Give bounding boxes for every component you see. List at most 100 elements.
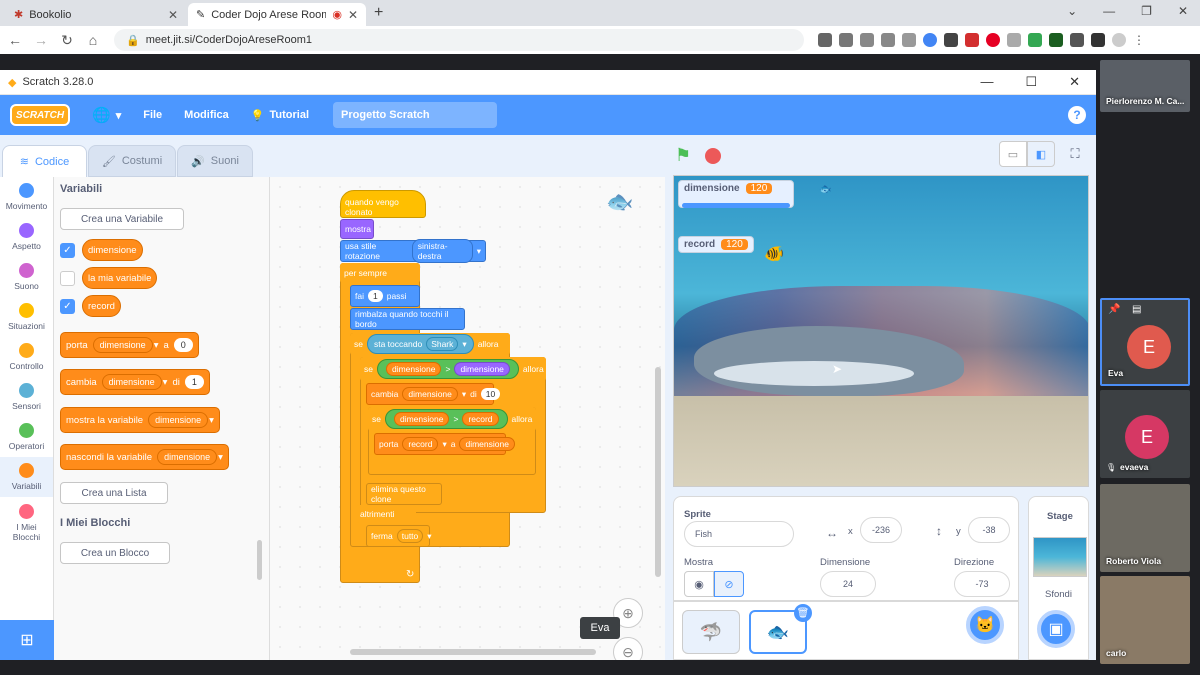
category-looks[interactable]: Aspetto <box>0 217 53 257</box>
var-reporter-dimensione[interactable]: dimensione <box>82 239 143 261</box>
workspace-vertical-scrollbar[interactable] <box>655 367 661 577</box>
pinterest-icon[interactable] <box>986 33 1000 47</box>
var-checkbox-checked[interactable]: ✓ <box>60 299 75 314</box>
show-hidden-button[interactable]: ⊘ <box>714 571 744 597</box>
var-reporter-record[interactable]: record <box>82 295 121 317</box>
greater-operator[interactable]: dimensione > record <box>384 409 508 429</box>
category-variables[interactable]: Variabili <box>0 457 53 497</box>
forward-icon[interactable]: → <box>30 32 52 48</box>
category-sensing[interactable]: Sensori <box>0 377 53 417</box>
home-icon[interactable]: ⌂ <box>82 32 104 48</box>
category-my-blocks[interactable]: I Miei Blocchi <box>0 497 53 549</box>
tab-costumes[interactable]: 🖌 Costumi <box>88 145 176 177</box>
fish-sprite[interactable]: 🐠 <box>764 244 784 264</box>
zoom-out-button[interactable]: ⊖ <box>613 637 643 660</box>
chrome-ext-icon[interactable] <box>923 33 937 47</box>
choose-sprite-button[interactable]: 🐱 <box>966 606 1004 644</box>
if-touching-block[interactable]: se sta toccando Shark ▾ allora <box>350 333 510 355</box>
move-steps-block[interactable]: fai 1 passi <box>350 285 420 307</box>
ext-icon[interactable] <box>944 33 958 47</box>
star-icon[interactable] <box>902 33 916 47</box>
stop-all-block[interactable]: ferma tutto ▾ <box>366 525 432 547</box>
maximize-icon[interactable]: ☐ <box>1025 74 1037 90</box>
delete-clone-block[interactable]: elimina questo clone <box>366 483 442 505</box>
translate-icon[interactable] <box>860 33 874 47</box>
small-stage-button[interactable]: ▭ <box>999 141 1027 167</box>
participant-tile[interactable]: Pierlorenzo M. Ca... <box>1100 60 1190 112</box>
greater-operator[interactable]: dimensione > dimensione <box>376 359 519 379</box>
set-variable-block[interactable]: porta dimensione ▾ a 0 <box>60 332 199 358</box>
x-input[interactable]: -236 <box>860 517 902 543</box>
browser-tab[interactable]: ✱ Bookolio ✕ <box>6 3 186 26</box>
participant-tile[interactable]: carlo <box>1100 576 1190 664</box>
stage-selector[interactable]: Stage Sfondi ▣ <box>1028 496 1089 660</box>
var-reporter-mia-variabile[interactable]: la mia variabile <box>82 267 158 289</box>
small-fish-sprite[interactable]: 🐟 <box>819 184 831 195</box>
category-operators[interactable]: Operatori <box>0 417 53 457</box>
choose-backdrop-button[interactable]: ▣ <box>1037 610 1075 648</box>
close-icon[interactable]: ✕ <box>1069 74 1080 90</box>
camera-icon[interactable] <box>818 33 832 47</box>
add-extension-button[interactable]: ⊞ <box>0 620 54 660</box>
when-cloned-hat-block[interactable]: quando vengo clonato <box>340 190 426 218</box>
stage-canvas[interactable]: 🐠 🐟 dimensione 120 record 120 ➤ <box>673 175 1089 487</box>
share-icon[interactable] <box>881 33 895 47</box>
category-events[interactable]: Situazioni <box>0 297 53 337</box>
show-variable-block[interactable]: mostra la variabile dimensione ▾ <box>60 407 220 433</box>
category-control[interactable]: Controllo <box>0 337 53 377</box>
direction-input[interactable]: -73 <box>954 571 1010 597</box>
browser-tab-active[interactable]: ✎Coder Dojo Arese Room 1 | J◉✕ <box>188 3 366 26</box>
touching-block[interactable]: sta toccando Shark ▾ <box>366 334 474 354</box>
change-variable-block[interactable]: cambia dimensione ▾ di 1 <box>60 369 210 395</box>
show-block[interactable]: mostra <box>340 219 374 239</box>
project-title-input[interactable]: Progetto Scratch <box>333 102 498 128</box>
if-greater-block[interactable]: se dimensione > dimensione allora <box>360 357 546 381</box>
hide-variable-block[interactable]: nascondi la variabile dimensione ▾ <box>60 444 229 470</box>
delete-sprite-button[interactable]: 🗑 <box>794 604 812 622</box>
tutorial-menu[interactable]: 💡 Tutorial <box>251 109 309 122</box>
make-block-button[interactable]: Crea un Blocco <box>60 542 170 564</box>
file-menu[interactable]: File <box>143 109 162 121</box>
make-list-button[interactable]: Crea una Lista <box>60 482 168 504</box>
ext-green-icon[interactable] <box>1049 33 1063 47</box>
large-stage-button[interactable]: ◧ <box>1027 141 1055 167</box>
stop-button[interactable] <box>705 148 721 164</box>
drive-icon[interactable] <box>1028 33 1042 47</box>
edit-menu[interactable]: Modifica <box>184 109 229 121</box>
profile-icon[interactable] <box>1112 33 1126 47</box>
help-icon[interactable]: ? <box>1068 106 1086 124</box>
back-icon[interactable]: ← <box>4 32 26 48</box>
y-input[interactable]: -38 <box>968 517 1010 543</box>
shield-icon[interactable] <box>1007 33 1021 47</box>
chat-icon[interactable]: ▤ <box>1132 304 1141 315</box>
participant-tile[interactable]: Roberto Viola <box>1100 484 1190 572</box>
show-visible-button[interactable]: ◉ <box>684 571 714 597</box>
fullscreen-button[interactable]: ⛶ <box>1063 141 1087 167</box>
tab-sounds[interactable]: 🔊 Suoni <box>177 145 253 177</box>
close-tab-icon[interactable]: ✕ <box>348 8 358 22</box>
category-motion[interactable]: Movimento <box>0 177 53 217</box>
puzzle-icon[interactable] <box>1070 33 1084 47</box>
palette-scrollbar[interactable] <box>257 540 262 580</box>
language-menu[interactable]: 🌐 ▾ <box>92 106 121 124</box>
size-input[interactable]: 24 <box>820 571 876 597</box>
url-input[interactable]: 🔒 meet.jit.si/CoderDojoAreseRoom1 <box>114 29 804 51</box>
rotation-style-block[interactable]: usa stile rotazione sinistra-destra ▾ <box>340 239 486 263</box>
close-icon[interactable]: ✕ <box>1178 4 1188 18</box>
reload-icon[interactable]: ↻ <box>56 32 78 49</box>
participant-tile-active[interactable]: E 📌 ▤ Eva <box>1100 298 1190 386</box>
var-checkbox[interactable] <box>60 271 75 286</box>
chevron-down-icon[interactable]: ⌄ <box>1067 4 1077 18</box>
workspace-horizontal-scrollbar[interactable] <box>350 649 596 655</box>
participant-tile[interactable]: Eevaeva 🎙 <box>1100 390 1190 478</box>
make-variable-button[interactable]: Crea una Variabile <box>60 208 184 230</box>
change-var-block[interactable]: cambia dimensione ▾ di 10 <box>366 383 501 405</box>
green-flag-button[interactable]: ⚑ <box>675 145 691 166</box>
restore-icon[interactable]: ❐ <box>1141 4 1152 18</box>
category-sound[interactable]: Suono <box>0 257 53 297</box>
scratch-logo[interactable]: SCRATCH <box>10 104 70 126</box>
sprite-thumb-shark[interactable]: 🦈 <box>682 610 740 654</box>
dimensione-slider[interactable] <box>682 203 790 208</box>
if-record-block[interactable]: se dimensione > record allora <box>368 407 536 431</box>
tab-code[interactable]: ≋ Codice <box>2 145 87 177</box>
